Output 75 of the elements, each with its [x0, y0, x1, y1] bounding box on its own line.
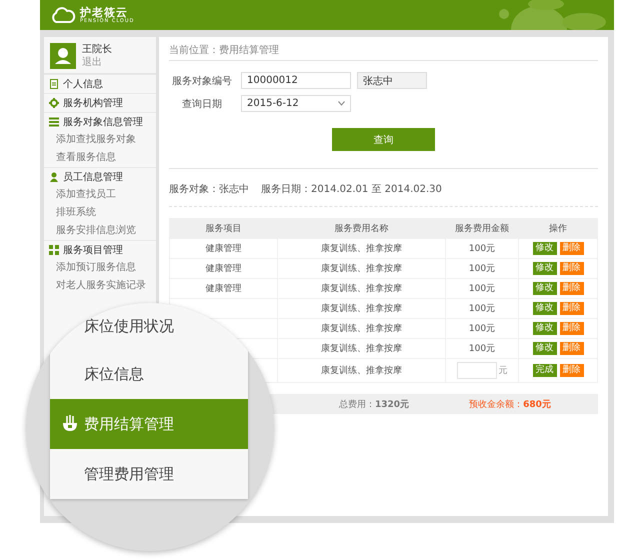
edit-button[interactable]: 修改 — [532, 242, 556, 255]
sidebar-subitem[interactable]: 添加查找服务对象 — [44, 131, 156, 149]
input-field[interactable]: 10000012 — [241, 72, 351, 89]
sidebar-subitem[interactable]: 排班系统 — [44, 204, 156, 222]
delete-button[interactable]: 删除 — [560, 262, 584, 275]
delete-button[interactable]: 删除 — [560, 282, 584, 295]
sidebar-item[interactable]: 服务对象信息管理 — [44, 112, 156, 131]
caret-icon — [338, 101, 345, 106]
logo-title: 护老筱云 — [80, 6, 128, 18]
delete-button[interactable]: 删除 — [560, 342, 584, 355]
table-cell: 健康管理 — [170, 258, 278, 278]
user-name: 王院长 — [82, 43, 112, 56]
sidebar-subitem[interactable]: 添加预订服务信息 — [44, 259, 156, 277]
edit-button[interactable]: 修改 — [532, 282, 556, 295]
sidebar-item[interactable]: 服务项目管理 — [44, 240, 156, 259]
list-icon — [49, 117, 59, 127]
table-cell: 100元 — [446, 338, 518, 358]
logout-link[interactable]: 退出 — [82, 57, 112, 69]
table-cell: 健康管理 — [170, 238, 278, 258]
edit-button[interactable]: 修改 — [532, 262, 556, 275]
column-header: 服务费用金额 — [446, 218, 518, 238]
cloud-icon — [50, 6, 76, 24]
avatar-icon — [50, 43, 76, 69]
table-cell: 100元 — [446, 298, 518, 318]
query-button[interactable]: 查询 — [332, 128, 435, 151]
unit-label: 元 — [498, 365, 508, 377]
menu-item[interactable]: 床位信息 — [50, 349, 248, 399]
delete-button[interactable]: 删除 — [560, 322, 584, 335]
summary-text: 服务日期：2014.02.01 至 2014.02.30 — [261, 182, 442, 196]
breadcrumb: 当前位置：费用结算管理 — [169, 44, 280, 58]
table-cell: 100元 — [446, 278, 518, 298]
table-cell: 康复训练、推拿按摩 — [278, 338, 446, 358]
table-cell: 康复训练、推拿按摩 — [278, 298, 446, 318]
summary-text: 服务对象：张志中 — [169, 182, 249, 196]
column-header: 操作 — [518, 218, 598, 238]
document-icon — [49, 79, 59, 89]
delete-button[interactable]: 删除 — [560, 364, 584, 377]
menu-item[interactable]: 管理费用管理 — [50, 449, 248, 499]
balance-text: 预收金余额：680元 — [469, 398, 551, 410]
total-text: 总费用：1320元 — [339, 398, 410, 410]
edit-button[interactable]: 修改 — [532, 302, 556, 315]
sidebar-item[interactable]: 服务机构管理 — [44, 93, 156, 112]
table-cell: 康复训练、推拿按摩 — [278, 238, 446, 258]
bowl-icon — [62, 415, 78, 433]
sidebar-subitem[interactable]: 服务安排信息浏览 — [44, 222, 156, 240]
sidebar-subitem[interactable]: 查看服务信息 — [44, 149, 156, 167]
input-field[interactable] — [456, 362, 496, 379]
sidebar-item[interactable]: 个人信息 — [44, 74, 156, 93]
table-cell: 100元 — [446, 258, 518, 278]
column-header: 服务项目 — [170, 218, 278, 238]
table-cell: 100元 — [446, 238, 518, 258]
sidebar-subitem[interactable]: 添加查找员工 — [44, 186, 156, 204]
name-display: 张志中 — [357, 72, 427, 89]
column-header: 服务费用名称 — [278, 218, 446, 238]
field-label: 查询日期 — [181, 98, 223, 110]
table-cell: 康复训练、推拿按摩 — [278, 358, 446, 382]
menu-item[interactable]: 床位使用状况 — [50, 303, 248, 349]
done-button[interactable]: 完成 — [532, 364, 556, 377]
person-icon — [49, 172, 59, 182]
edit-button[interactable]: 修改 — [532, 322, 556, 335]
date-dropdown[interactable]: 2015-6-12 — [241, 95, 351, 112]
field-label: 服务对象编号 — [171, 74, 233, 88]
delete-button[interactable]: 删除 — [560, 302, 584, 315]
edit-button[interactable]: 修改 — [532, 342, 556, 355]
table-cell: 康复训练、推拿按摩 — [278, 318, 446, 338]
sidebar-item[interactable]: 员工信息管理 — [44, 167, 156, 186]
table-cell: 健康管理 — [170, 278, 278, 298]
table-cell: 康复训练、推拿按摩 — [278, 258, 446, 278]
table-cell: 康复训练、推拿按摩 — [278, 278, 446, 298]
table-cell: 100元 — [446, 318, 518, 338]
gear-icon — [49, 98, 59, 108]
sidebar-subitem[interactable]: 对老人服务实施记录 — [44, 277, 156, 295]
grid-icon — [49, 245, 59, 255]
menu-item[interactable]: 费用结算管理 — [50, 399, 248, 449]
delete-button[interactable]: 删除 — [560, 242, 584, 255]
